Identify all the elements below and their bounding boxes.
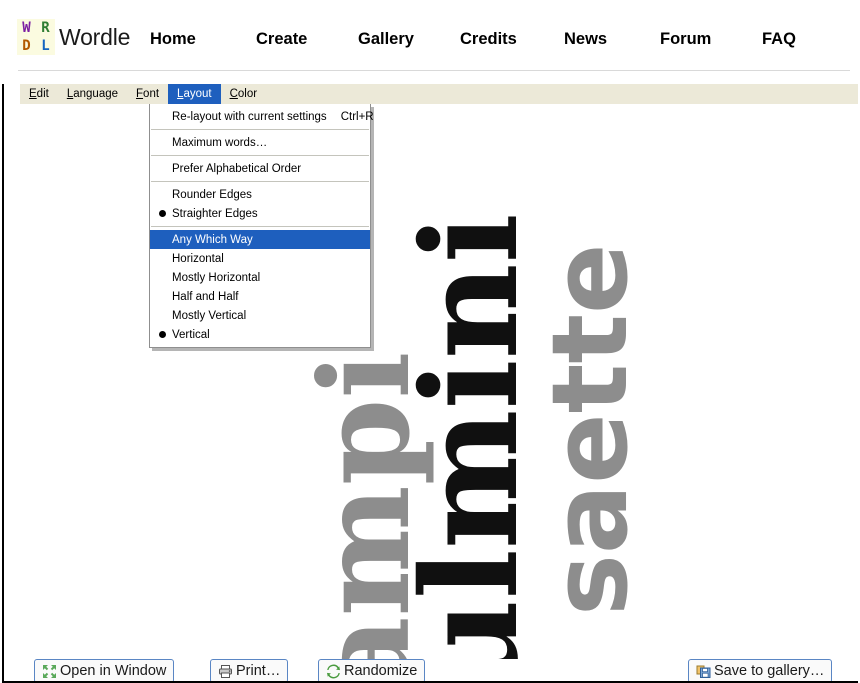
layout-dropdown-menu: Re-layout with current settings Ctrl+R M… (149, 104, 374, 348)
menu-item-maximum-words-label: Maximum words… (172, 136, 268, 149)
menubar-item-layout[interactable]: Layout (168, 84, 221, 104)
menu-separator-1 (151, 129, 369, 130)
randomize-button[interactable]: Randomize (318, 659, 426, 683)
nav-item-create[interactable]: Create (256, 30, 358, 49)
nav-item-news[interactable]: News (564, 30, 660, 49)
applet-menubar: Edit Language Font Layout Color (20, 84, 858, 104)
menubar-rest-language: anguage (73, 88, 119, 100)
menu-separator-4 (151, 226, 369, 227)
menu-item-straighter-edges[interactable]: Straighter Edges (150, 204, 370, 223)
refresh-icon (326, 664, 341, 679)
menu-item-horizontal[interactable]: Horizontal (150, 249, 370, 268)
nav-item-home[interactable]: Home (150, 30, 256, 49)
menubar-item-color[interactable]: Color (221, 84, 267, 104)
open-in-window-button[interactable]: Open in Window (34, 659, 175, 683)
word-cloud-canvas[interactable]: lampi fulmini saette (20, 104, 858, 659)
menu-item-half-and-half[interactable]: Half and Half (150, 287, 370, 306)
menubar-rest-edit: dit (36, 88, 49, 100)
menu-item-straighter-edges-label: Straighter Edges (172, 207, 258, 220)
menu-item-rounder-edges-label: Rounder Edges (172, 188, 252, 201)
menubar-mnemonic-color: C (229, 88, 238, 100)
print-button[interactable]: Print… (210, 659, 289, 683)
menu-item-relayout[interactable]: Re-layout with current settings Ctrl+R (150, 107, 374, 126)
randomize-label: Randomize (344, 663, 418, 679)
menu-separator-3 (151, 181, 369, 182)
cloud-word-fulmini[interactable]: fulmini (393, 213, 548, 659)
print-label: Print… (236, 663, 281, 679)
menu-item-mostly-horizontal-label: Mostly Horizontal (172, 271, 261, 284)
menu-item-any-which-way-label: Any Which Way (172, 233, 253, 246)
wordle-applet: Edit Language Font Layout Color lampi fu… (2, 84, 858, 683)
main-navigation: Home Create Gallery Credits News Forum F… (150, 30, 796, 49)
logo-letter-r: R (41, 20, 50, 36)
wordle-logo[interactable]: W R D L Wordle (17, 19, 130, 55)
menu-item-mostly-vertical[interactable]: Mostly Vertical (150, 306, 370, 325)
radio-bullet-icon (159, 210, 166, 217)
printer-icon (218, 664, 233, 679)
menu-item-any-which-way[interactable]: Any Which Way (150, 230, 370, 249)
save-to-gallery-button[interactable]: Save to gallery… (688, 659, 833, 683)
menubar-item-edit[interactable]: Edit (20, 84, 58, 104)
menu-item-relayout-label: Re-layout with current settings (172, 110, 327, 123)
header-divider (18, 70, 850, 71)
menubar-mnemonic-font: F (136, 88, 144, 100)
nav-item-credits[interactable]: Credits (460, 30, 564, 49)
menu-item-rounder-edges[interactable]: Rounder Edges (150, 185, 370, 204)
menu-item-prefer-alphabetical-order-label: Prefer Alphabetical Order (172, 162, 302, 175)
save-to-gallery-label: Save to gallery… (714, 663, 825, 679)
menu-item-half-and-half-label: Half and Half (172, 290, 239, 303)
logo-letter-d: D (22, 38, 31, 54)
save-icon (696, 664, 711, 679)
menu-item-maximum-words[interactable]: Maximum words… (150, 133, 370, 152)
menubar-rest-font: ont (143, 88, 160, 100)
menu-separator-2 (151, 155, 369, 156)
logo-letter-w: W (22, 20, 31, 36)
menu-item-vertical-label: Vertical (172, 328, 210, 341)
menubar-rest-color: olor (237, 88, 258, 100)
menubar-item-font[interactable]: Font (127, 84, 168, 104)
menu-item-vertical[interactable]: Vertical (150, 325, 370, 344)
logo-wordmark: Wordle (59, 23, 131, 50)
menu-item-mostly-vertical-label: Mostly Vertical (172, 309, 247, 322)
menu-item-mostly-horizontal[interactable]: Mostly Horizontal (150, 268, 370, 287)
wordle-logo-mark: W R D L (17, 19, 55, 55)
nav-item-forum[interactable]: Forum (660, 30, 762, 49)
menubar-item-language[interactable]: Language (58, 84, 127, 104)
menu-item-relayout-accel: Ctrl+R (340, 110, 374, 123)
wordle-page: W R D L Wordle Home Create Gallery Credi… (0, 0, 860, 683)
nav-item-gallery[interactable]: Gallery (358, 30, 460, 49)
menubar-mnemonic-edit: E (29, 88, 37, 100)
menu-item-prefer-alphabetical-order[interactable]: Prefer Alphabetical Order (150, 159, 370, 178)
open-in-window-label: Open in Window (60, 663, 167, 679)
logo-letter-l: L (41, 38, 50, 54)
cloud-word-saette[interactable]: saette (529, 243, 651, 616)
nav-item-faq[interactable]: FAQ (762, 30, 796, 49)
expand-icon (42, 664, 57, 679)
applet-button-bar: Open in Window Print… Randomize Save to … (20, 659, 858, 683)
site-header: W R D L Wordle Home Create Gallery Credi… (0, 0, 860, 72)
radio-bullet-icon (159, 331, 166, 338)
menu-item-horizontal-label: Horizontal (172, 252, 224, 265)
menubar-rest-layout: ayout (183, 88, 212, 100)
